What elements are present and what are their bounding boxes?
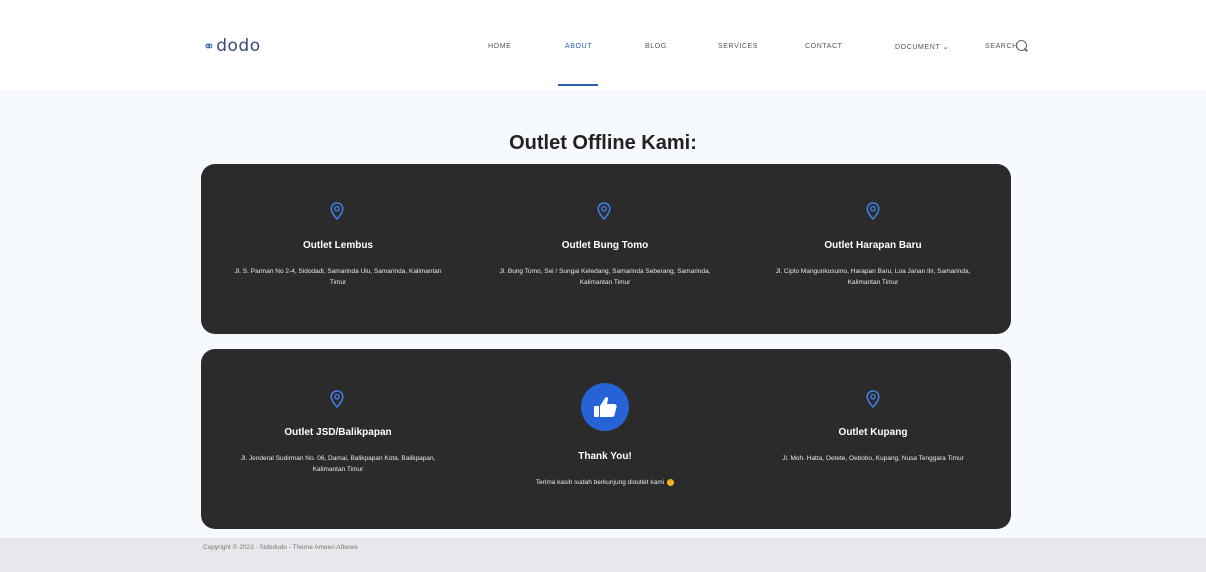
outlet-bung-tomo-address: Jl. Bung Tomo, Sei / Sungai Keledang, Sa… bbox=[499, 268, 711, 286]
page-title: Outlet Offline Kami: bbox=[509, 132, 697, 154]
site-logo[interactable]: ⚭dodo bbox=[203, 36, 261, 56]
outlet-jsd-balikpapan-address: Jl. Jenderal Sudirman No. 06, Damai, Bal… bbox=[240, 455, 436, 473]
logo-mark-icon: ⚭ bbox=[203, 39, 216, 55]
outlet-kupang-address: Jl. Moh. Hatta, Oetete, Oebobo, Kupang, … bbox=[782, 455, 964, 462]
outlet-panel-bottom bbox=[201, 349, 1011, 529]
location-pin-icon bbox=[866, 202, 880, 220]
active-nav-underline bbox=[558, 84, 598, 86]
search-icon[interactable] bbox=[1016, 40, 1027, 51]
thank-you-message: Terima kasih sudah berkunjung dioutlet k… bbox=[480, 477, 730, 488]
outlet-lembus-title: Outlet Lembus bbox=[302, 240, 373, 251]
footer-copyright: Copyright © 2023 - Sidodudo - Theme Amee… bbox=[203, 544, 358, 551]
thumbs-up-badge bbox=[581, 383, 629, 431]
header: ⚭dodo HOME ABOUT BLOG SERVICES CONTACT D… bbox=[0, 0, 1206, 90]
outlet-harapan-baru-address: Jl. Cipto Mangunkusumo, Harapan Baru, Lo… bbox=[775, 268, 971, 286]
nav-blog[interactable]: BLOG bbox=[645, 43, 667, 50]
location-pin-icon bbox=[597, 202, 611, 220]
location-pin-icon bbox=[330, 390, 344, 408]
location-pin-icon bbox=[866, 390, 880, 408]
nav-document[interactable]: DOCUMENT ⌄ bbox=[895, 43, 949, 51]
smile-emoji-icon bbox=[667, 478, 675, 486]
outlet-kupang-title: Outlet Kupang bbox=[838, 427, 908, 438]
nav-about[interactable]: ABOUT bbox=[565, 43, 592, 50]
nav-search[interactable]: SEARCH bbox=[985, 43, 1018, 50]
outlet-jsd-balikpapan-title: Outlet JSD/Balikpapan bbox=[284, 427, 392, 438]
logo-text: dodo bbox=[216, 36, 261, 56]
outlet-harapan-baru-title: Outlet Harapan Baru bbox=[824, 240, 922, 251]
location-pin-icon bbox=[330, 202, 344, 220]
thank-you-title: Thank You! bbox=[578, 451, 632, 462]
footer bbox=[0, 538, 1206, 572]
outlet-lembus-address: Jl. S. Parman No 2-4, Sidodadi, Samarind… bbox=[234, 268, 442, 286]
outlet-bung-tomo-title: Outlet Bung Tomo bbox=[561, 240, 649, 251]
nav-contact[interactable]: CONTACT bbox=[805, 43, 843, 50]
nav-services[interactable]: SERVICES bbox=[718, 43, 758, 50]
nav-home[interactable]: HOME bbox=[488, 43, 511, 50]
thumbs-up-icon bbox=[594, 397, 617, 417]
